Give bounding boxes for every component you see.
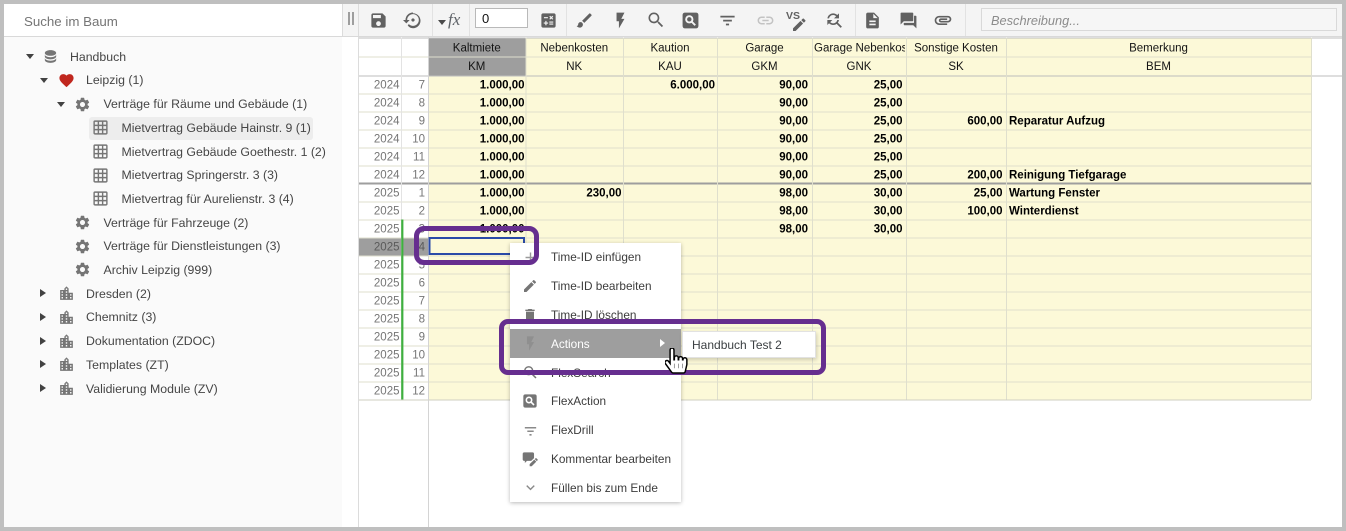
svg-text:30,00: 30,00	[874, 206, 903, 218]
svg-text:98,00: 98,00	[779, 206, 808, 218]
svg-text:1.000,00: 1.000,00	[480, 80, 525, 92]
svg-text:2025: 2025	[374, 206, 400, 218]
svg-text:90,00: 90,00	[779, 152, 808, 164]
svg-text:600,00: 600,00	[967, 116, 1002, 128]
svg-text:Garage: Garage	[745, 43, 783, 55]
svg-text:1.000,00: 1.000,00	[480, 152, 525, 164]
svg-text:2024: 2024	[374, 170, 400, 182]
svg-text:2025: 2025	[374, 350, 400, 362]
svg-text:Sonstige Kosten: Sonstige Kosten	[914, 43, 998, 55]
svg-text:200,00: 200,00	[967, 170, 1002, 182]
svg-text:8: 8	[419, 98, 425, 110]
svg-text:2025: 2025	[374, 260, 400, 272]
svg-text:11: 11	[413, 368, 425, 380]
svg-text:9: 9	[419, 116, 425, 128]
svg-text:7: 7	[419, 296, 425, 308]
svg-text:Bemerkung: Bemerkung	[1129, 43, 1188, 55]
svg-text:90,00: 90,00	[779, 80, 808, 92]
svg-text:25,00: 25,00	[874, 116, 903, 128]
svg-text:Kaltmiete: Kaltmiete	[453, 43, 501, 55]
svg-text:2025: 2025	[374, 332, 400, 344]
svg-text:1: 1	[419, 188, 425, 200]
svg-text:2024: 2024	[374, 116, 400, 128]
svg-text:2025: 2025	[374, 224, 400, 236]
svg-text:2024: 2024	[374, 152, 400, 164]
svg-text:230,00: 230,00	[586, 188, 621, 200]
svg-text:10: 10	[412, 350, 425, 362]
svg-text:25,00: 25,00	[874, 152, 903, 164]
svg-text:10: 10	[412, 134, 425, 146]
svg-text:6: 6	[419, 278, 425, 290]
svg-text:25,00: 25,00	[974, 188, 1003, 200]
svg-text:KM: KM	[468, 61, 485, 73]
svg-text:25,00: 25,00	[874, 80, 903, 92]
svg-text:11: 11	[413, 152, 425, 164]
svg-text:2025: 2025	[374, 242, 400, 254]
svg-text:9: 9	[419, 332, 425, 344]
svg-text:2: 2	[419, 206, 425, 218]
svg-text:SK: SK	[948, 61, 964, 73]
svg-text:KAU: KAU	[658, 61, 682, 73]
svg-text:Kaution: Kaution	[650, 43, 689, 55]
svg-text:30,00: 30,00	[874, 224, 903, 236]
svg-text:1.000,00: 1.000,00	[480, 206, 525, 218]
svg-text:90,00: 90,00	[779, 98, 808, 110]
svg-text:12: 12	[412, 386, 425, 398]
svg-text:2024: 2024	[374, 98, 400, 110]
svg-text:Winterdienst: Winterdienst	[1009, 206, 1079, 218]
svg-text:2025: 2025	[374, 314, 400, 326]
svg-text:Wartung Fenster: Wartung Fenster	[1009, 188, 1100, 200]
svg-text:2024: 2024	[374, 134, 400, 146]
svg-text:Nebenkosten: Nebenkosten	[540, 43, 608, 55]
svg-text:2025: 2025	[374, 386, 400, 398]
svg-text:90,00: 90,00	[779, 170, 808, 182]
svg-text:90,00: 90,00	[779, 116, 808, 128]
svg-text:2024: 2024	[374, 80, 400, 92]
svg-text:8: 8	[419, 314, 425, 326]
svg-text:2025: 2025	[374, 368, 400, 380]
svg-text:2025: 2025	[374, 188, 400, 200]
svg-text:2025: 2025	[374, 296, 400, 308]
svg-text:25,00: 25,00	[874, 134, 903, 146]
svg-text:7: 7	[419, 80, 425, 92]
svg-text:Garage Nebenkoste: Garage Nebenkoste	[814, 43, 917, 55]
svg-text:2025: 2025	[374, 278, 400, 290]
svg-text:100,00: 100,00	[967, 206, 1002, 218]
svg-text:VS: VS	[786, 10, 800, 22]
svg-text:12: 12	[412, 170, 425, 182]
svg-text:1.000,00: 1.000,00	[480, 188, 525, 200]
svg-text:Reparatur Aufzug: Reparatur Aufzug	[1009, 116, 1105, 128]
svg-text:30,00: 30,00	[874, 188, 903, 200]
svg-text:1.000,00: 1.000,00	[480, 116, 525, 128]
svg-text:98,00: 98,00	[779, 224, 808, 236]
svg-text:25,00: 25,00	[874, 98, 903, 110]
svg-text:90,00: 90,00	[779, 134, 808, 146]
svg-text:Reinigung Tiefgarage: Reinigung Tiefgarage	[1009, 170, 1126, 182]
svg-text:1.000,00: 1.000,00	[480, 170, 525, 182]
svg-text:GKM: GKM	[751, 61, 777, 73]
svg-text:BEM: BEM	[1146, 61, 1171, 73]
svg-text:6.000,00: 6.000,00	[670, 80, 715, 92]
svg-text:98,00: 98,00	[779, 188, 808, 200]
svg-text:1.000,00: 1.000,00	[480, 98, 525, 110]
svg-text:25,00: 25,00	[874, 170, 903, 182]
svg-text:1.000,00: 1.000,00	[480, 134, 525, 146]
svg-text:GNK: GNK	[847, 61, 872, 73]
svg-text:NK: NK	[566, 61, 582, 73]
